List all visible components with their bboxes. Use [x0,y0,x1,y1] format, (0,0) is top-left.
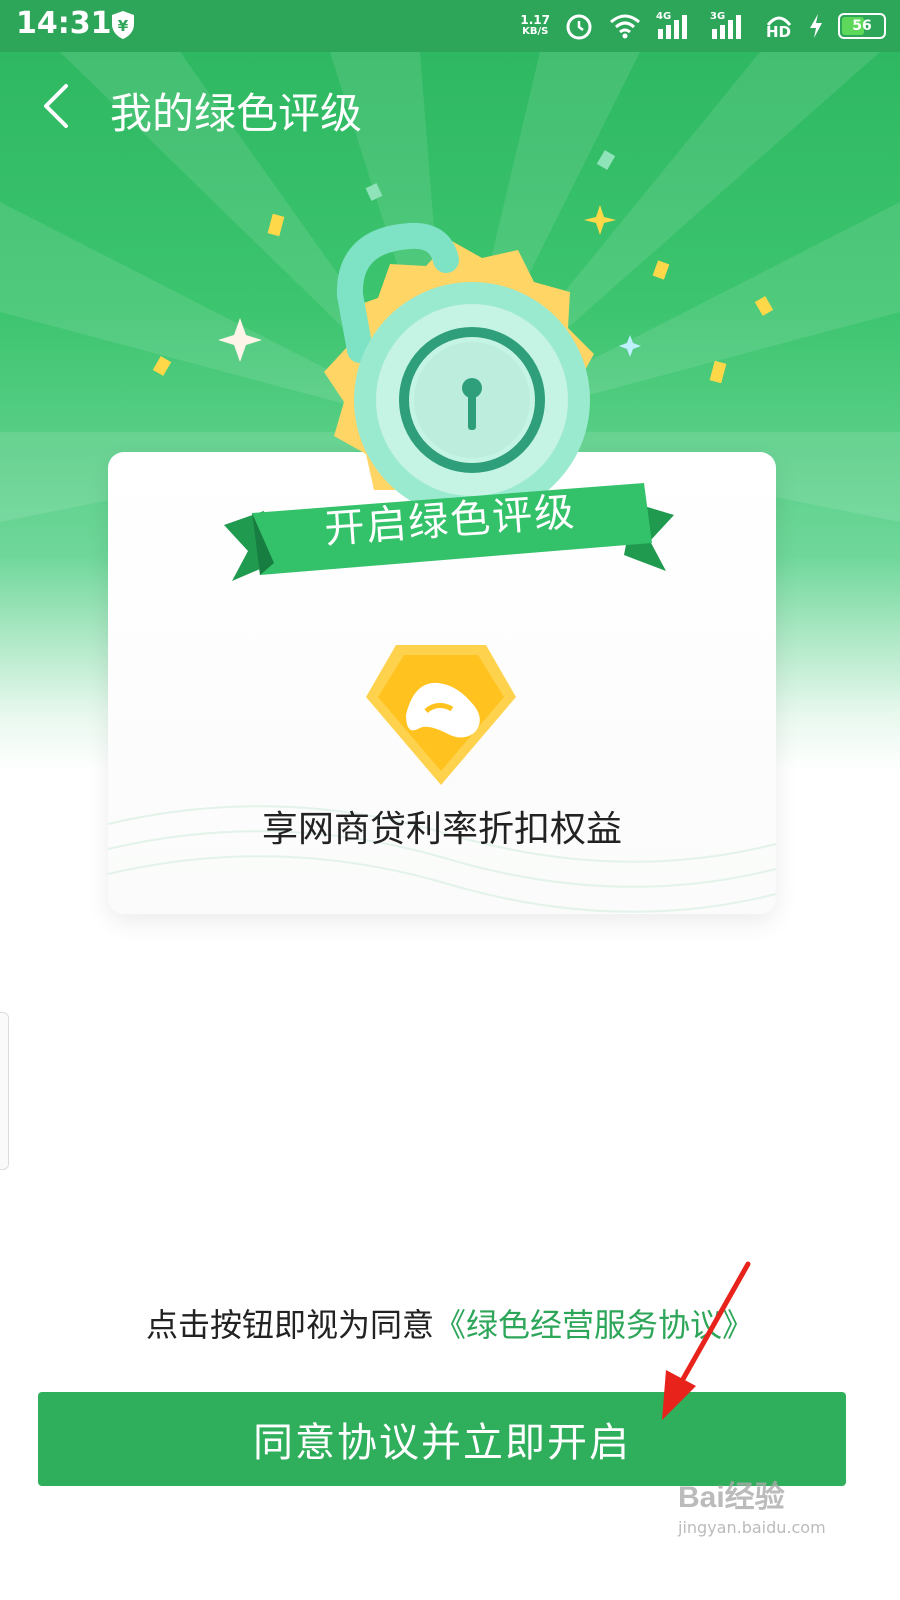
watermark-url: jingyan.baidu.com [678,1518,826,1537]
signal-4g-icon: 4G [656,11,696,41]
status-time: 14:31 [16,6,112,41]
network-speed: 1.17 KB/S [520,13,550,37]
charging-bolt-icon [810,14,822,38]
benefit-text: 享网商贷利率折扣权益 [261,809,622,850]
alarm-clock-icon [566,14,592,40]
back-arrow-icon[interactable] [30,76,90,136]
svg-text:¥: ¥ [118,17,129,35]
security-shield-icon: ¥ [112,11,134,39]
hd-voice-icon: HD [764,11,794,41]
status-bar: 14:31 ¥ 1.17 KB/S 4G 3G HD 56 [0,0,900,52]
battery-icon: 56 [838,13,886,39]
agreement-prefix: 点击按钮即视为同意 [145,1306,434,1344]
signal-3g-icon: 3G [710,11,750,41]
agreement-notice: 点击按钮即视为同意《绿色经营服务协议》 [0,1300,900,1346]
diamond-badge-icon [366,645,516,785]
wifi-icon [610,14,640,39]
side-drawer-handle[interactable] [0,1012,9,1170]
watermark: Bai经验 jingyan.baidu.com [668,1470,868,1550]
watermark-brand: Bai经验 [678,1481,785,1514]
annotation-arrow-icon [662,1261,751,1420]
page-title: 我的绿色评级 [110,89,363,138]
